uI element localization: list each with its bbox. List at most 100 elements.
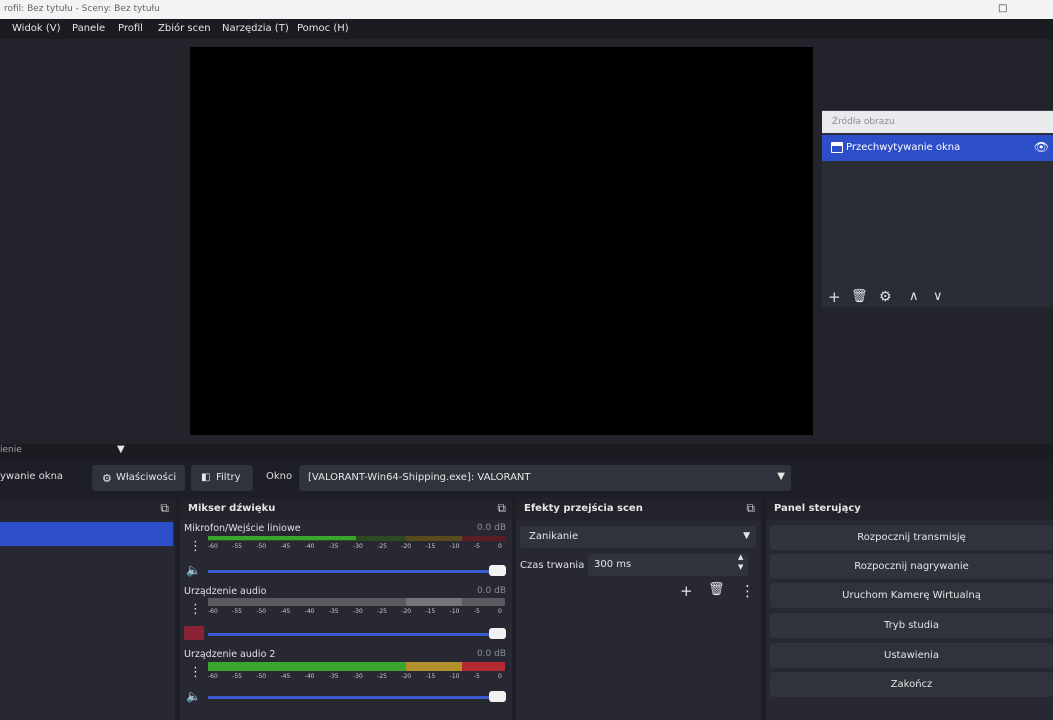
title-bar: rofil: Bez tytułu - Sceny: Bez tytułu □ <box>0 0 1053 19</box>
exit-label: Zakończ <box>890 679 933 690</box>
meter-tick-label: -30 <box>353 608 363 615</box>
kebab-menu-icon[interactable]: ⋮ <box>189 666 202 679</box>
undock-icon[interactable]: ⧉ <box>160 501 169 516</box>
gear-icon: ⚙ <box>102 472 112 485</box>
scenes-dock-header: ⧉ <box>0 498 175 520</box>
eye-icon[interactable]: 👁 <box>1034 140 1049 154</box>
meter-tick-label: -45 <box>280 673 291 680</box>
speaker-icon[interactable]: 🔈 <box>186 563 201 577</box>
meter-tick-label: -20 <box>401 673 412 680</box>
volume-slider[interactable] <box>208 570 505 573</box>
filter-icon: ◧ <box>201 472 211 483</box>
scene-strip-label: ienie <box>0 445 22 455</box>
muted-speaker-icon[interactable] <box>184 626 204 640</box>
window-select[interactable]: [VALORANT-Win64-Shipping.exe]: VALORANT … <box>299 465 791 491</box>
scene-item[interactable] <box>0 522 173 546</box>
scenes-dock: ⧉ <box>0 498 175 720</box>
volume-slider-handle[interactable] <box>489 565 506 576</box>
source-item[interactable]: Przechwytywanie okna 👁 <box>822 135 1053 161</box>
meter-scale: -60 -55 -50 -45 -40 -35 -30 -25 -20 -15 -10 -5 0 <box>208 608 505 616</box>
meter-tick-label: -35 <box>328 673 339 680</box>
menu-scene-collection[interactable]: Zbiór scen <box>158 23 211 34</box>
scene-transitions-header: Efekty przejścia scen ⧉ <box>516 498 761 520</box>
start-virtual-camera-label: Uruchom Kamerę Wirtualną <box>842 590 981 601</box>
minimize-button[interactable]: □ <box>998 3 1007 14</box>
menu-help[interactable]: Pomoc (H) <box>297 23 349 34</box>
meter-tick-label: -5 <box>473 608 480 615</box>
meter-tick-label: -5 <box>473 673 480 680</box>
window-select-value: [VALORANT-Win64-Shipping.exe]: VALORANT <box>308 472 531 483</box>
meter-tick-label: -40 <box>304 543 315 550</box>
level-meter <box>208 598 505 606</box>
settings-button[interactable]: Ustawienia <box>770 643 1053 668</box>
selected-source-name: ywanie okna <box>0 471 64 482</box>
meter-tick-label: -30 <box>353 673 363 680</box>
meter-tick-label: -20 <box>401 608 412 615</box>
scene-transitions-dock: Efekty przejścia scen ⧉ Zanikanie ▼ Czas… <box>516 498 761 720</box>
volume-slider-handle[interactable] <box>489 691 506 702</box>
duration-input[interactable]: 300 ms <box>588 554 748 576</box>
menu-tools[interactable]: Narzędzia (T) <box>222 23 289 34</box>
add-transition-button[interactable]: + <box>680 582 693 600</box>
remove-source-button[interactable]: 🗑 <box>851 289 868 305</box>
remove-transition-button[interactable]: 🗑 <box>708 582 725 597</box>
menu-view[interactable]: Widok (V) <box>12 23 61 34</box>
audio-mixer-dock: Mikser dźwięku ⧉ Mikrofon/Wejście liniow… <box>180 498 512 720</box>
volume-slider[interactable] <box>208 633 505 636</box>
add-source-button[interactable]: + <box>828 289 841 305</box>
meter-tick-label: -30 <box>353 543 363 550</box>
audio-mixer-title: Mikser dźwięku <box>188 503 276 514</box>
kebab-menu-icon[interactable]: ⋮ <box>740 582 755 600</box>
start-streaming-button[interactable]: Rozpocznij transmisję <box>770 525 1053 550</box>
controls-dock: Panel sterujący Rozpocznij transmisję Ro… <box>766 498 1053 720</box>
meter-tick-label: -60 <box>208 543 218 550</box>
level-meter <box>208 662 505 671</box>
sources-dock-header[interactable]: Źródła obrazu <box>822 111 1053 133</box>
kebab-menu-icon[interactable]: ⋮ <box>189 540 202 553</box>
meter-tick-label: -25 <box>377 673 387 680</box>
meter-tick-label: -40 <box>304 673 315 680</box>
channel-db: 0.0 dB <box>476 523 506 533</box>
meter-tick-label: -55 <box>232 673 242 680</box>
settings-label: Ustawienia <box>884 650 939 661</box>
sources-dock: Źródła obrazu Przechwytywanie okna 👁 + 🗑… <box>822 110 1053 307</box>
window-label: Okno <box>266 471 293 482</box>
meter-tick-label: -15 <box>425 673 436 680</box>
start-recording-button[interactable]: Rozpocznij nagrywanie <box>770 554 1053 579</box>
start-streaming-label: Rozpocznij transmisję <box>857 532 966 543</box>
properties-button-label: Właściwości <box>116 472 177 483</box>
undock-icon[interactable]: ⧉ <box>497 501 506 516</box>
volume-slider[interactable] <box>208 696 505 699</box>
source-item-label: Przechwytywanie okna <box>846 142 961 153</box>
transition-select[interactable]: Zanikanie ▼ <box>520 526 756 548</box>
level-meter <box>208 536 505 541</box>
meter-tick-label: -25 <box>377 543 387 550</box>
meter-tick-label: -35 <box>328 543 339 550</box>
studio-mode-button[interactable]: Tryb studia <box>770 613 1053 638</box>
volume-slider-handle[interactable] <box>489 628 506 639</box>
duration-spinner-icon[interactable]: ▲ ▼ <box>738 552 743 572</box>
move-source-down-button[interactable]: ∨ <box>933 289 943 305</box>
filters-button[interactable]: ◧ Filtry <box>191 465 253 491</box>
channel-name: Urządzenie audio <box>184 586 267 597</box>
channel-name: Mikrofon/Wejście liniowe <box>184 523 301 534</box>
move-source-up-button[interactable]: ∧ <box>909 289 919 305</box>
speaker-icon[interactable]: 🔈 <box>186 689 201 703</box>
meter-tick-label: -40 <box>304 608 315 615</box>
channel-name: Urządzenie audio 2 <box>184 649 276 660</box>
audio-mixer-header: Mikser dźwięku ⧉ <box>180 498 512 520</box>
undock-icon[interactable]: ⧉ <box>746 501 755 516</box>
mixer-channel: Urządzenie audio 2 0.0 dB ⋮ -60 -55 -50 -45… <box>180 649 512 711</box>
dropdown-arrow-icon[interactable]: ▼ <box>117 444 125 455</box>
source-properties-button[interactable]: ⚙ <box>879 289 892 305</box>
window-icon <box>831 142 843 153</box>
menu-profile[interactable]: Profil <box>118 23 143 34</box>
preview-canvas[interactable] <box>190 47 813 435</box>
kebab-menu-icon[interactable]: ⋮ <box>189 603 202 616</box>
start-virtual-camera-button[interactable]: Uruchom Kamerę Wirtualną <box>770 583 1053 608</box>
menu-bar: Widok (V) Panele Profil Zbiór scen Narzę… <box>0 19 1053 39</box>
menu-docks[interactable]: Panele <box>72 23 105 34</box>
properties-button[interactable]: ⚙ Właściwości <box>92 465 185 491</box>
exit-button[interactable]: Zakończ <box>770 672 1053 697</box>
level-fill <box>208 536 356 540</box>
